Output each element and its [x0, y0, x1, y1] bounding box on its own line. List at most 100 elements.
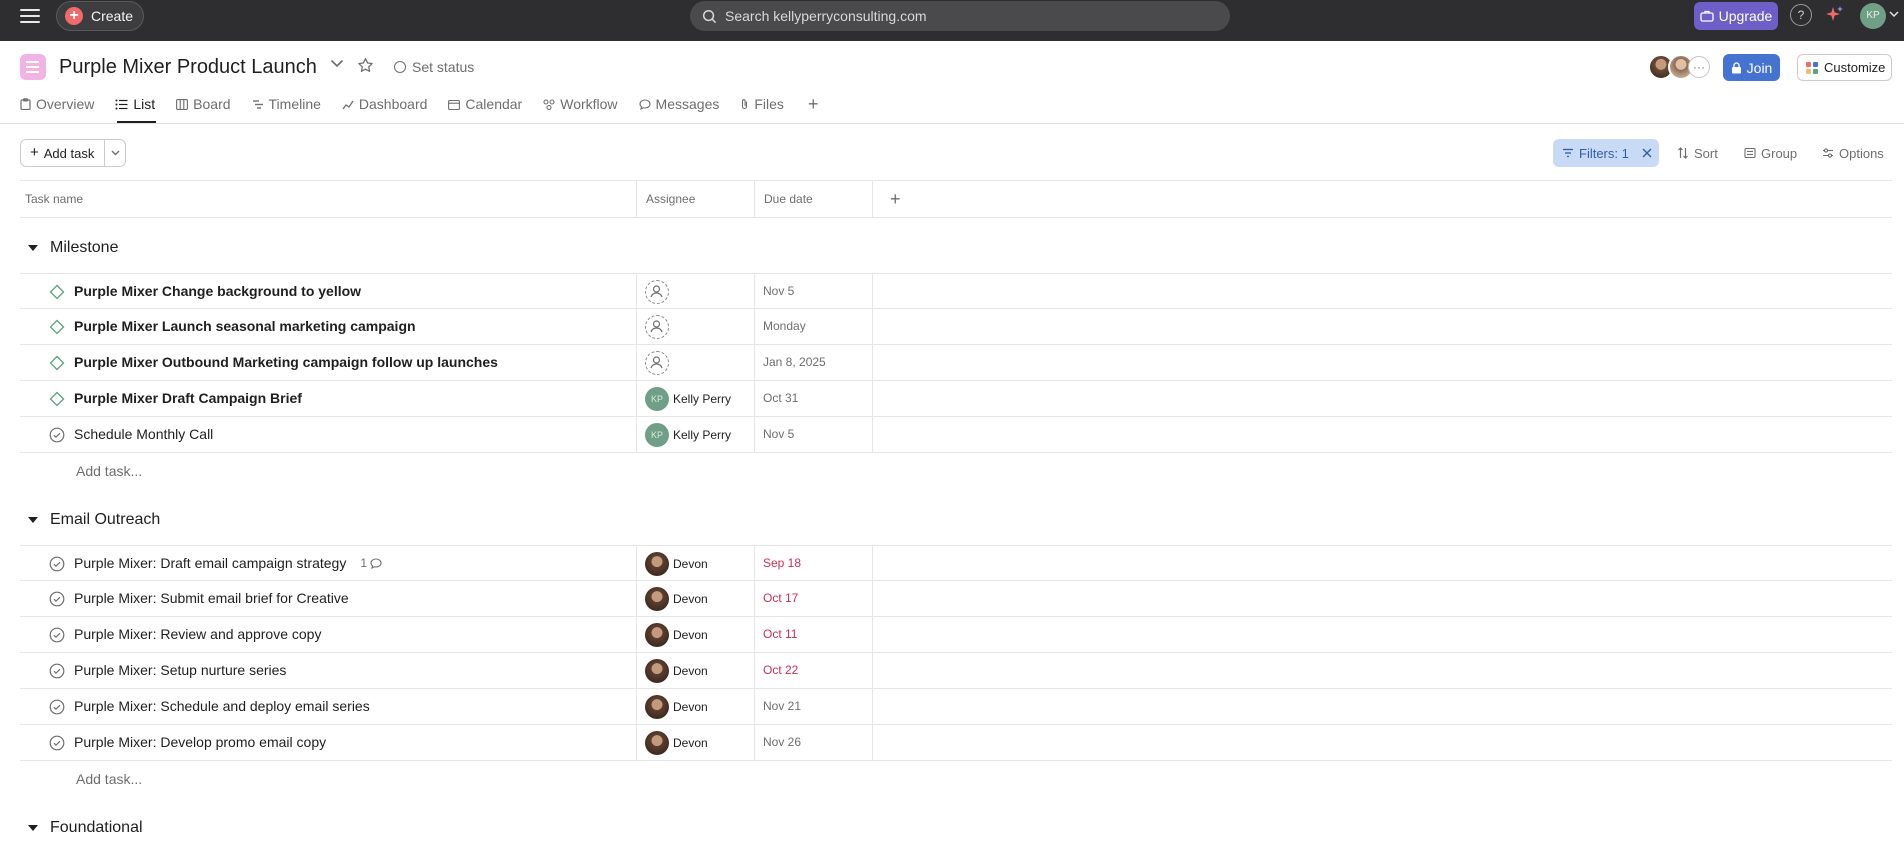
- assignee-cell[interactable]: [645, 315, 669, 339]
- caret-down-icon[interactable]: [28, 517, 38, 523]
- task-name[interactable]: Schedule Monthly Call: [74, 417, 213, 452]
- due-date-cell[interactable]: Oct 11: [763, 617, 797, 652]
- tab-overview[interactable]: Overview: [20, 94, 94, 114]
- task-name[interactable]: Purple Mixer: Draft email campaign strat…: [74, 546, 382, 581]
- section-header[interactable]: Email Outreach: [20, 505, 160, 535]
- table-row[interactable]: Purple Mixer: Draft email campaign strat…: [20, 545, 1892, 581]
- milestone-diamond-icon[interactable]: [49, 284, 65, 300]
- ai-sparkle-icon[interactable]: [1824, 4, 1846, 26]
- table-row[interactable]: Purple Mixer Launch seasonal marketing c…: [20, 309, 1892, 345]
- set-status-button[interactable]: Set status: [394, 57, 474, 77]
- tab-workflow[interactable]: Workflow: [543, 94, 618, 114]
- tab-calendar[interactable]: Calendar: [448, 94, 522, 114]
- section-header[interactable]: Milestone: [20, 233, 118, 263]
- check-circle-icon[interactable]: [49, 427, 65, 443]
- sort-button[interactable]: Sort: [1677, 139, 1718, 167]
- assignee-cell[interactable]: Devon: [645, 587, 708, 611]
- assignee-cell[interactable]: Devon: [645, 731, 708, 755]
- assignee-cell[interactable]: KP Kelly Perry: [645, 387, 731, 411]
- comment-count-badge[interactable]: 1: [360, 546, 382, 581]
- table-row[interactable]: Schedule Monthly Call KP Kelly Perry Nov …: [20, 417, 1892, 453]
- section-title[interactable]: Milestone: [50, 239, 118, 257]
- close-icon[interactable]: [1642, 148, 1652, 158]
- task-name[interactable]: Purple Mixer: Develop promo email copy: [74, 725, 326, 760]
- column-divider[interactable]: [636, 181, 637, 218]
- check-circle-icon[interactable]: [49, 699, 65, 715]
- section-header[interactable]: Foundational: [20, 813, 143, 843]
- check-circle-icon[interactable]: [49, 735, 65, 751]
- task-name[interactable]: Purple Mixer Outbound Marketing campaign…: [74, 345, 498, 380]
- assignee-cell[interactable]: Devon: [645, 659, 708, 683]
- chevron-down-icon[interactable]: [330, 59, 344, 68]
- caret-down-icon[interactable]: [28, 825, 38, 831]
- section-title[interactable]: Foundational: [50, 819, 143, 837]
- milestone-diamond-icon[interactable]: [49, 355, 65, 371]
- table-row[interactable]: Purple Mixer: Review and approve copy De…: [20, 617, 1892, 653]
- due-date-cell[interactable]: Oct 17: [763, 581, 798, 616]
- due-date-cell[interactable]: Nov 5: [763, 274, 794, 309]
- task-name[interactable]: Purple Mixer: Schedule and deploy email …: [74, 689, 370, 724]
- tab-board[interactable]: Board: [176, 94, 231, 114]
- due-date-cell[interactable]: Jan 8, 2025: [763, 345, 826, 380]
- table-row[interactable]: Purple Mixer: Setup nurture series Devon…: [20, 653, 1892, 689]
- column-header-task-name[interactable]: Task name: [20, 181, 83, 218]
- due-date-cell[interactable]: Oct 22: [763, 653, 798, 688]
- check-circle-icon[interactable]: [49, 556, 65, 572]
- due-date-cell[interactable]: Nov 26: [763, 725, 801, 760]
- star-icon[interactable]: [357, 57, 374, 74]
- filters-button[interactable]: Filters: 1: [1553, 139, 1659, 167]
- empty-assignee-icon[interactable]: [645, 351, 669, 375]
- column-divider[interactable]: [872, 181, 873, 218]
- task-name[interactable]: Purple Mixer Launch seasonal marketing c…: [74, 309, 416, 344]
- user-avatar[interactable]: KP: [1860, 3, 1886, 29]
- add-task-link[interactable]: Add task...: [76, 453, 142, 489]
- task-name[interactable]: Purple Mixer Change background to yellow: [74, 274, 361, 309]
- milestone-diamond-icon[interactable]: [49, 319, 65, 335]
- customize-button[interactable]: Customize: [1797, 54, 1892, 81]
- table-row[interactable]: Purple Mixer Outbound Marketing campaign…: [20, 345, 1892, 381]
- help-button[interactable]: ?: [1790, 4, 1812, 26]
- column-divider[interactable]: [754, 181, 755, 218]
- create-button[interactable]: + Create: [56, 1, 144, 31]
- add-task-button[interactable]: + Add task: [20, 139, 105, 167]
- tab-messages[interactable]: Messages: [638, 94, 719, 114]
- column-header-due-date[interactable]: Due date: [759, 181, 813, 218]
- tab-timeline[interactable]: Timeline: [252, 94, 321, 114]
- due-date-cell[interactable]: Nov 5: [763, 417, 794, 452]
- task-name[interactable]: Purple Mixer: Review and approve copy: [74, 617, 321, 652]
- due-date-cell[interactable]: Nov 21: [763, 689, 801, 724]
- empty-assignee-icon[interactable]: [645, 280, 669, 304]
- assignee-cell[interactable]: [645, 351, 669, 375]
- add-task-row[interactable]: Add task...: [20, 761, 1892, 797]
- due-date-cell[interactable]: Oct 31: [763, 381, 798, 416]
- table-row[interactable]: Purple Mixer Change background to yellow…: [20, 273, 1892, 309]
- add-column-button[interactable]: +: [890, 181, 901, 217]
- search-input[interactable]: Search kellyperryconsulting.com: [690, 1, 1230, 31]
- project-members[interactable]: ···: [1648, 54, 1710, 80]
- empty-assignee-icon[interactable]: [645, 315, 669, 339]
- check-circle-icon[interactable]: [49, 627, 65, 643]
- tab-list[interactable]: List: [115, 94, 155, 114]
- table-row[interactable]: Purple Mixer Draft Campaign Brief KP Kell…: [20, 381, 1892, 417]
- assignee-cell[interactable]: Devon: [645, 552, 708, 576]
- join-button[interactable]: Join: [1723, 54, 1780, 81]
- due-date-cell[interactable]: Sep 18: [763, 546, 801, 581]
- check-circle-icon[interactable]: [49, 591, 65, 607]
- table-row[interactable]: Purple Mixer: Develop promo email copy D…: [20, 725, 1892, 761]
- caret-down-icon[interactable]: [28, 245, 38, 251]
- assignee-cell[interactable]: Devon: [645, 623, 708, 647]
- due-date-cell[interactable]: Monday: [763, 309, 806, 344]
- group-button[interactable]: Group: [1744, 139, 1797, 167]
- task-name[interactable]: Purple Mixer Draft Campaign Brief: [74, 381, 302, 416]
- check-circle-icon[interactable]: [49, 663, 65, 679]
- assignee-cell[interactable]: [645, 280, 669, 304]
- assignee-cell[interactable]: KP Kelly Perry: [645, 423, 731, 447]
- upgrade-button[interactable]: Upgrade: [1694, 2, 1778, 30]
- tab-files[interactable]: Files: [740, 94, 784, 114]
- table-row[interactable]: Purple Mixer: Submit email brief for Cre…: [20, 581, 1892, 617]
- hamburger-menu-icon[interactable]: [20, 8, 40, 24]
- more-members-button[interactable]: ···: [1688, 56, 1710, 78]
- column-header-assignee[interactable]: Assignee: [641, 181, 695, 218]
- assignee-cell[interactable]: Devon: [645, 695, 708, 719]
- task-name[interactable]: Purple Mixer: Setup nurture series: [74, 653, 286, 688]
